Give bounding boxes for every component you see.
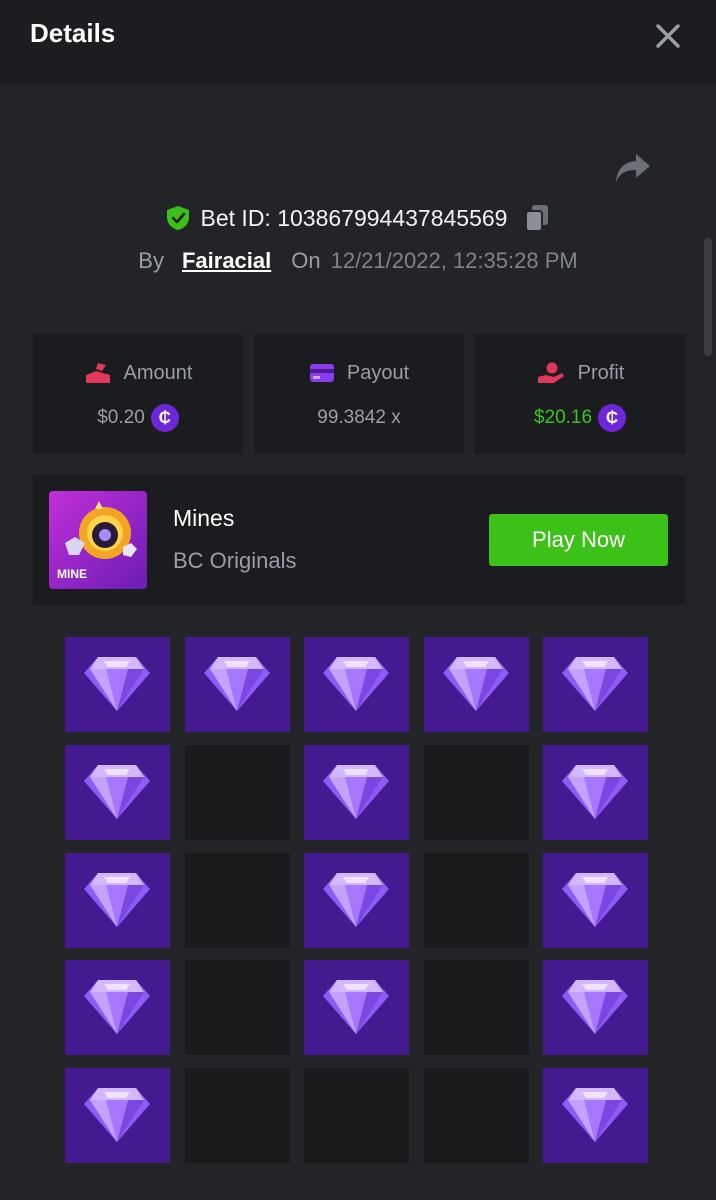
stat-value: $0.20 xyxy=(97,407,145,428)
gem-tile xyxy=(423,637,529,732)
dialog-title: Details xyxy=(30,18,116,48)
gem-tile xyxy=(304,637,409,732)
gem-icon xyxy=(323,872,389,927)
copy-button[interactable] xyxy=(523,203,551,233)
gem-tile xyxy=(543,1068,648,1163)
amount-icon xyxy=(85,363,110,383)
empty-tile xyxy=(423,744,529,840)
bc-coin-icon: ₵ xyxy=(150,404,179,432)
stat-value: $20.16 xyxy=(533,407,593,428)
scrollbar-thumb[interactable] xyxy=(704,238,712,356)
empty-tile xyxy=(184,744,290,840)
empty-tile xyxy=(184,852,290,948)
bc-coin-icon: ₵ xyxy=(598,404,627,432)
gem-icon xyxy=(562,764,628,819)
gem-tile xyxy=(65,637,170,732)
gem-icon xyxy=(84,764,150,819)
gem-tile xyxy=(543,852,648,948)
mines-board xyxy=(65,637,648,1163)
by-label: By xyxy=(138,248,164,273)
gem-icon xyxy=(203,657,270,711)
gem-icon xyxy=(562,980,628,1035)
gem-icon xyxy=(84,872,150,927)
stat-label: Amount xyxy=(123,361,193,384)
gem-icon xyxy=(442,657,509,711)
gem-icon xyxy=(562,872,628,927)
copy-icon xyxy=(525,205,549,232)
gem-tile xyxy=(304,852,409,948)
empty-tile xyxy=(304,1068,409,1163)
gem-tile xyxy=(543,637,648,732)
game-name: Mines xyxy=(173,505,235,531)
gem-icon xyxy=(323,764,389,819)
stat-label: Payout xyxy=(346,361,410,384)
share-button[interactable] xyxy=(612,150,654,188)
empty-tile xyxy=(423,852,529,948)
dialog-header: Details xyxy=(0,0,716,84)
gem-tile xyxy=(184,637,290,732)
empty-tile xyxy=(184,1068,290,1163)
bet-datetime: 12/21/2022, 12:35:28 PM xyxy=(330,248,578,273)
gem-tile xyxy=(543,960,648,1056)
gem-tile xyxy=(543,744,648,840)
profit-hand-icon xyxy=(537,362,564,383)
gem-tile xyxy=(65,852,170,948)
gem-icon xyxy=(323,980,389,1035)
gem-icon xyxy=(323,657,389,711)
bet-id: Bet ID: 103867994437845569 xyxy=(200,204,508,231)
gem-icon xyxy=(84,980,150,1035)
gem-tile xyxy=(304,960,409,1056)
bet-meta-row: By Fairacial On 12/21/2022, 12:35:28 PM xyxy=(0,242,716,280)
thumb-label: MINE xyxy=(57,567,87,581)
stats-row: Amount $0.20 ₵ Payout 99.3842 x Profit $… xyxy=(33,334,685,454)
stat-card-payout: Payout 99.3842 x xyxy=(254,334,464,454)
empty-tile xyxy=(184,960,290,1056)
empty-tile xyxy=(423,960,529,1056)
verified-shield-icon xyxy=(166,206,189,230)
gem-icon xyxy=(84,657,150,711)
bet-id-row: Bet ID: 103867994437845569 xyxy=(0,198,716,238)
gem-tile xyxy=(65,1068,170,1163)
close-button[interactable] xyxy=(648,16,688,56)
gem-tile xyxy=(65,960,170,1056)
gem-tile xyxy=(304,744,409,840)
close-icon xyxy=(656,24,680,48)
gem-tile xyxy=(65,744,170,840)
empty-tile xyxy=(423,1068,529,1163)
stat-card-amount: Amount $0.20 ₵ xyxy=(33,334,243,454)
share-arrow-icon xyxy=(616,154,650,182)
stat-card-profit: Profit $20.16 ₵ xyxy=(475,334,685,454)
stat-label: Profit xyxy=(577,361,625,384)
gem-icon xyxy=(562,657,628,711)
play-now-button[interactable]: Play Now xyxy=(489,514,668,566)
stat-value: 99.3842 x xyxy=(317,407,401,428)
game-card: MINE Mines BC Originals Play Now xyxy=(33,475,685,605)
on-label: On xyxy=(291,248,321,273)
gem-icon xyxy=(562,1088,628,1142)
username-link[interactable]: Fairacial xyxy=(182,248,271,274)
payout-card-icon xyxy=(309,364,334,382)
gem-icon xyxy=(84,1088,150,1142)
game-thumbnail[interactable]: MINE xyxy=(49,491,147,589)
game-provider: BC Originals xyxy=(173,548,297,573)
